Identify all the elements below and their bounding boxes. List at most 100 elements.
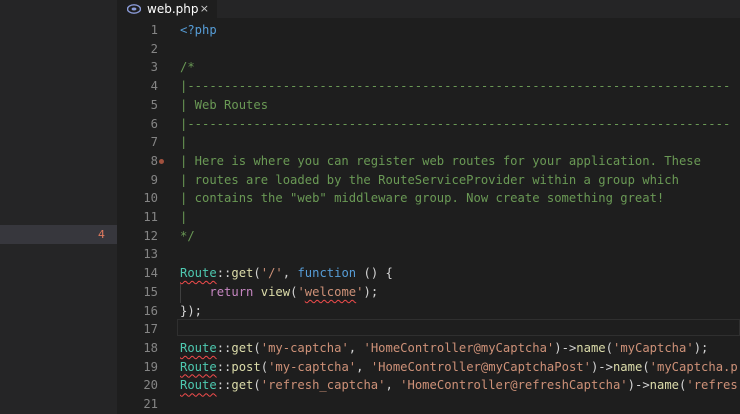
close-icon[interactable]: × [200, 0, 209, 18]
breakpoint-dot-icon[interactable] [159, 158, 164, 164]
code-text: }); [180, 302, 202, 321]
code-line[interactable]: 10 | contains the "web" middleware group.… [117, 189, 740, 208]
code-line[interactable]: 2 [117, 40, 740, 59]
line-number: 4 [150, 79, 158, 94]
code-token: )-> [590, 359, 613, 374]
code-token: Route [180, 266, 217, 281]
code-text: |---------------------------------------… [180, 115, 730, 134]
code-token: name [612, 359, 643, 374]
line-number: 11 [143, 210, 158, 224]
code-line[interactable]: 17 [117, 320, 740, 339]
code-token: get [231, 378, 254, 393]
code-line[interactable]: 19 Route::post('my-captcha', 'HomeControl… [117, 358, 740, 377]
code-token: 'HomeController@myCaptchaPost' [370, 359, 591, 374]
code-token: name [649, 378, 680, 393]
line-number: 12 [143, 228, 158, 243]
code-token: , [348, 340, 364, 355]
line-number: 16 [143, 303, 158, 318]
editor-tab-bar: web.php × [117, 0, 740, 18]
problem-count-badge: 4 [98, 228, 105, 241]
code-token: , [356, 359, 371, 374]
code-token: () { [356, 266, 393, 281]
line-number: 7 [150, 135, 158, 150]
code-text: Route::get('/', function () { [180, 264, 393, 283]
code-line[interactable]: 15 return view('welcome'); [117, 283, 740, 302]
code-token: welcome [304, 284, 357, 299]
code-line[interactable]: 1 <?php [117, 21, 740, 40]
code-text: Route::get('refresh_captcha', 'HomeContr… [180, 376, 738, 395]
code-line[interactable]: 14 Route::get('/', function () { [117, 264, 740, 283]
line-number: 20 [143, 378, 158, 393]
code-token: /* [180, 60, 195, 75]
code-token: name [576, 340, 606, 355]
code-token: :: [216, 359, 232, 374]
php-file-icon [127, 3, 141, 15]
code-token: |---------------------------------------… [180, 79, 731, 94]
code-line[interactable]: 20 Route::get('refresh_captcha', 'HomeCon… [117, 376, 740, 395]
code-text: | contains the "web" middleware group. N… [180, 189, 664, 208]
code-line[interactable]: 11 | [117, 208, 740, 227]
code-text: |---------------------------------------… [180, 77, 730, 96]
code-text: | Here is where you can register web rou… [159, 152, 701, 171]
tab-title: web.php [147, 2, 199, 16]
code-line[interactable]: 13 [117, 245, 740, 264]
code-token: ' [297, 284, 305, 299]
code-text: | [180, 133, 187, 152]
code-token: */ [180, 228, 195, 243]
code-text: <?php [180, 21, 217, 40]
line-number: 6 [150, 116, 158, 131]
code-line[interactable]: 18 Route::get('my-captcha', 'HomeControll… [117, 339, 740, 358]
code-token: 'HomeController@refreshCaptcha' [400, 378, 628, 393]
code-token: <?php [180, 23, 217, 37]
code-text: /* [180, 58, 195, 77]
tab-web-php[interactable]: web.php × [117, 0, 217, 18]
sidebar-item-selected[interactable]: 4 [0, 225, 117, 244]
line-number: 2 [150, 41, 158, 56]
code-token: post [231, 359, 261, 374]
code-line[interactable]: 8 | Here is where you can register web ro… [117, 152, 740, 171]
code-line[interactable]: 21 [117, 395, 740, 414]
code-line[interactable]: 5 | Web Routes [117, 96, 740, 115]
line-number: 9 [150, 172, 158, 187]
code-text: | Web Routes [180, 96, 268, 115]
code-line[interactable]: 7 | [117, 133, 740, 152]
code-line[interactable]: 6 |--------------------------------------… [117, 115, 740, 134]
code-token: 'refres [686, 378, 738, 393]
code-token: :: [216, 340, 232, 355]
line-number: 21 [143, 397, 158, 411]
code-token: | [180, 210, 188, 224]
code-token: )-> [554, 340, 577, 355]
code-line[interactable]: 3 /* [117, 58, 740, 77]
code-line[interactable]: 9 | routes are loaded by the RouteService… [117, 171, 740, 190]
code-token: Route [180, 340, 217, 355]
code-line[interactable]: 12 */ [117, 227, 740, 246]
line-number: 5 [150, 97, 158, 112]
code-editor[interactable]: 1 <?php 2 3 /* 4 |----------------------------… [117, 18, 740, 414]
code-token: | contains the "web" middleware group. N… [180, 191, 665, 206]
code-token: ( [253, 340, 261, 355]
code-token: |---------------------------------------… [180, 116, 731, 131]
code-token: :: [216, 378, 232, 393]
code-line[interactable]: 16}); [117, 302, 740, 321]
code-token: get [231, 340, 254, 355]
code-token: ); [693, 340, 709, 355]
code-token: '/' [260, 266, 283, 281]
code-token: ( [260, 359, 269, 374]
explorer-sidebar: 4 [0, 0, 117, 414]
line-number: 14 [143, 266, 158, 281]
code-token: ' [356, 284, 364, 299]
line-number: 13 [143, 247, 158, 262]
code-token: ( [605, 340, 613, 355]
code-text: Route::get('my-captcha', 'HomeController… [180, 339, 708, 358]
code-token: 'my-captcha' [260, 340, 349, 355]
line-number: 1 [150, 23, 158, 37]
code-token: }); [180, 303, 203, 318]
code-token: get [231, 266, 254, 281]
line-number: 17 [143, 322, 158, 337]
code-token: :: [216, 266, 232, 281]
code-token: 'refresh_captcha' [260, 378, 386, 393]
code-token: )-> [627, 378, 650, 393]
code-token: return [209, 284, 254, 299]
code-line[interactable]: 4 |--------------------------------------… [117, 77, 740, 96]
